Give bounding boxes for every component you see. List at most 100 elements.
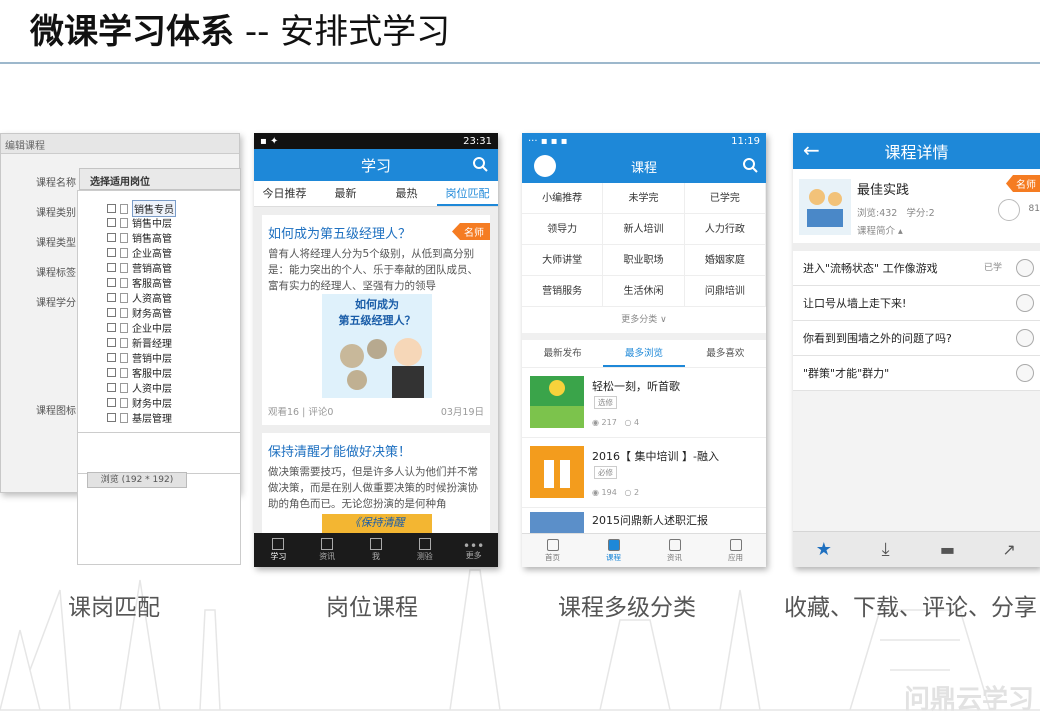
play-icon[interactable] — [1016, 294, 1034, 312]
category-item[interactable]: 职业职场 — [603, 245, 685, 276]
checkbox-icon[interactable] — [107, 263, 116, 272]
tab-hot[interactable]: 最热 — [376, 181, 437, 206]
tab-today[interactable]: 今日推荐 — [254, 181, 315, 206]
label-course-tags: 课程标签 — [36, 268, 76, 279]
bottom-nav: 学习 资讯 我 测验 ••• 更多 — [254, 533, 498, 567]
tab-most-liked[interactable]: 最多喜欢 — [685, 340, 766, 367]
position-option[interactable]: 财务高管 — [107, 305, 172, 320]
app-title: 学习 — [360, 156, 391, 175]
checkbox-icon[interactable] — [107, 278, 116, 287]
browse-button[interactable]: 浏览 (192 * 192) — [87, 472, 187, 488]
tab-most-viewed[interactable]: 最多浏览 — [603, 340, 685, 367]
lesson-row[interactable]: "群策"才能"群力" — [793, 356, 1040, 391]
back-arrow-icon[interactable]: ← — [803, 138, 820, 162]
position-option[interactable]: 财务中层 — [107, 395, 172, 410]
position-option[interactable]: 基层管理 — [107, 410, 172, 425]
category-item[interactable]: 未学完 — [603, 183, 685, 214]
course-summary: 曾有人将经理人分为5个级别，从低到高分别是：能力突出的个人、乐于奉献的团队成员、… — [268, 248, 478, 292]
checkbox-icon[interactable] — [107, 218, 116, 227]
favorite-button[interactable]: ★ — [793, 532, 855, 567]
status-bar: ▪ ✦ 23:31 — [254, 133, 498, 149]
play-icon[interactable] — [1016, 364, 1034, 382]
category-item[interactable]: 人力行政 — [684, 214, 766, 245]
tab-newest[interactable]: 最新发布 — [522, 340, 603, 367]
lesson-row[interactable]: 你看到到围墙之外的问题了吗? — [793, 321, 1040, 356]
position-option[interactable]: 人资高管 — [107, 290, 172, 305]
course-cover-image: 如何成为 第五级经理人？ — [322, 294, 432, 398]
position-option[interactable]: 销售高管 — [107, 230, 172, 245]
nav-learn[interactable]: 学习 — [254, 533, 303, 567]
position-option[interactable]: 营销高管 — [107, 260, 172, 275]
search-icon[interactable] — [742, 157, 758, 173]
checkbox-icon[interactable] — [107, 368, 116, 377]
position-option[interactable]: 企业高管 — [107, 245, 172, 260]
tab-latest[interactable]: 最新 — [315, 181, 376, 206]
position-option[interactable]: 销售中层 — [107, 215, 172, 230]
play-icon[interactable] — [1016, 329, 1034, 347]
bottom-nav: 首页 课程 资讯 应用 — [522, 533, 766, 567]
category-item[interactable]: 新人培训 — [603, 214, 685, 245]
checkbox-icon[interactable] — [107, 308, 116, 317]
nav-more[interactable]: ••• 更多 — [449, 533, 498, 567]
download-button[interactable]: ⤓ — [855, 532, 917, 567]
checkbox-icon[interactable] — [107, 204, 116, 213]
category-item[interactable]: 小编推荐 — [522, 183, 604, 214]
category-item[interactable]: 大师讲堂 — [522, 245, 604, 276]
icon-upload-area[interactable] — [77, 432, 241, 474]
course-card[interactable]: 保持清醒才能做好决策！ 做决策需要技巧，但是许多人认为他们并不常做决策，而是在别… — [262, 433, 490, 543]
nav-me[interactable]: 我 — [352, 533, 401, 567]
checkbox-icon[interactable] — [107, 293, 116, 302]
category-item[interactable]: 营销服务 — [522, 276, 604, 307]
nav-news[interactable]: 资讯 — [303, 533, 352, 567]
course-title[interactable]: 保持清醒才能做好决策！ — [262, 433, 490, 464]
nav-news[interactable]: 资讯 — [644, 534, 705, 567]
position-option[interactable]: 企业中层 — [107, 320, 172, 335]
course-card[interactable]: 如何成为第五级经理人？ 名师 曾有人将经理人分为5个级别，从低到高分别是：能力突… — [262, 215, 490, 425]
position-option[interactable]: 新晋经理 — [107, 335, 172, 350]
checkbox-icon[interactable] — [107, 353, 116, 362]
checkbox-icon[interactable] — [107, 248, 116, 257]
more-categories-link[interactable]: 更多分类 ∨ — [522, 307, 766, 340]
share-button[interactable]: ↗ — [978, 532, 1040, 567]
course-title[interactable]: 2016【 集中培训 】-融入 — [592, 448, 719, 464]
checkbox-icon[interactable] — [107, 233, 116, 242]
skyline-background — [0, 569, 1040, 711]
lesson-row[interactable]: 进入"流畅状态" 工作像游戏 已学 — [793, 251, 1040, 286]
heart-icon[interactable] — [998, 199, 1020, 221]
comment-button[interactable]: ▬ — [917, 532, 979, 567]
list-item[interactable]: 2016【 集中培训 】-融入 必修 ◉ 194 ○ 2 — [522, 438, 766, 508]
nav-home[interactable]: 首页 — [522, 534, 583, 567]
tab-position-match[interactable]: 岗位匹配 — [437, 181, 498, 206]
nav-courses[interactable]: 课程 — [583, 534, 644, 567]
checkbox-icon[interactable] — [107, 323, 116, 332]
checkbox-icon[interactable] — [107, 398, 116, 407]
checkbox-icon[interactable] — [107, 338, 116, 347]
play-icon[interactable] — [1016, 259, 1034, 277]
position-option[interactable]: 客服高管 — [107, 275, 172, 290]
category-item[interactable]: 婚姻家庭 — [684, 245, 766, 276]
home-icon — [546, 539, 559, 551]
search-icon[interactable] — [472, 156, 488, 172]
course-meta: 观看16 | 评论0 03月19日 — [262, 400, 490, 422]
category-item[interactable]: 生活休闲 — [603, 276, 685, 307]
course-intro-toggle[interactable]: 课程简介 ▴ — [857, 223, 903, 237]
position-option[interactable]: 客服中层 — [107, 365, 172, 380]
avatar[interactable] — [534, 155, 556, 177]
category-item[interactable]: 已学完 — [684, 183, 766, 214]
checkbox-icon[interactable] — [107, 383, 116, 392]
select-position-dropdown[interactable]: 选择适用岗位 — [79, 168, 241, 190]
document-icon — [120, 337, 128, 348]
position-option[interactable]: 营销中层 — [107, 350, 172, 365]
category-item[interactable]: 领导力 — [522, 214, 604, 245]
course-title[interactable]: 2015问鼎新人述职汇报 — [592, 512, 708, 528]
lesson-row[interactable]: 让口号从墙上走下来! — [793, 286, 1040, 321]
nav-apps[interactable]: 应用 — [705, 534, 766, 567]
nav-quiz[interactable]: 测验 — [400, 533, 449, 567]
list-item[interactable]: 轻松一刻，听首歌 选修 ◉ 217 ○ 4 — [522, 368, 766, 438]
checkbox-icon[interactable] — [107, 413, 116, 422]
course-title[interactable]: 轻松一刻，听首歌 — [592, 378, 680, 394]
category-item[interactable]: 问鼎培训 — [684, 276, 766, 307]
position-option[interactable]: 人资中层 — [107, 380, 172, 395]
status-bar: ··· ▪ ▪ ▪ 11:19 — [522, 133, 766, 149]
slide-title: 微课学习体系 -- 安排式学习 — [30, 4, 450, 53]
